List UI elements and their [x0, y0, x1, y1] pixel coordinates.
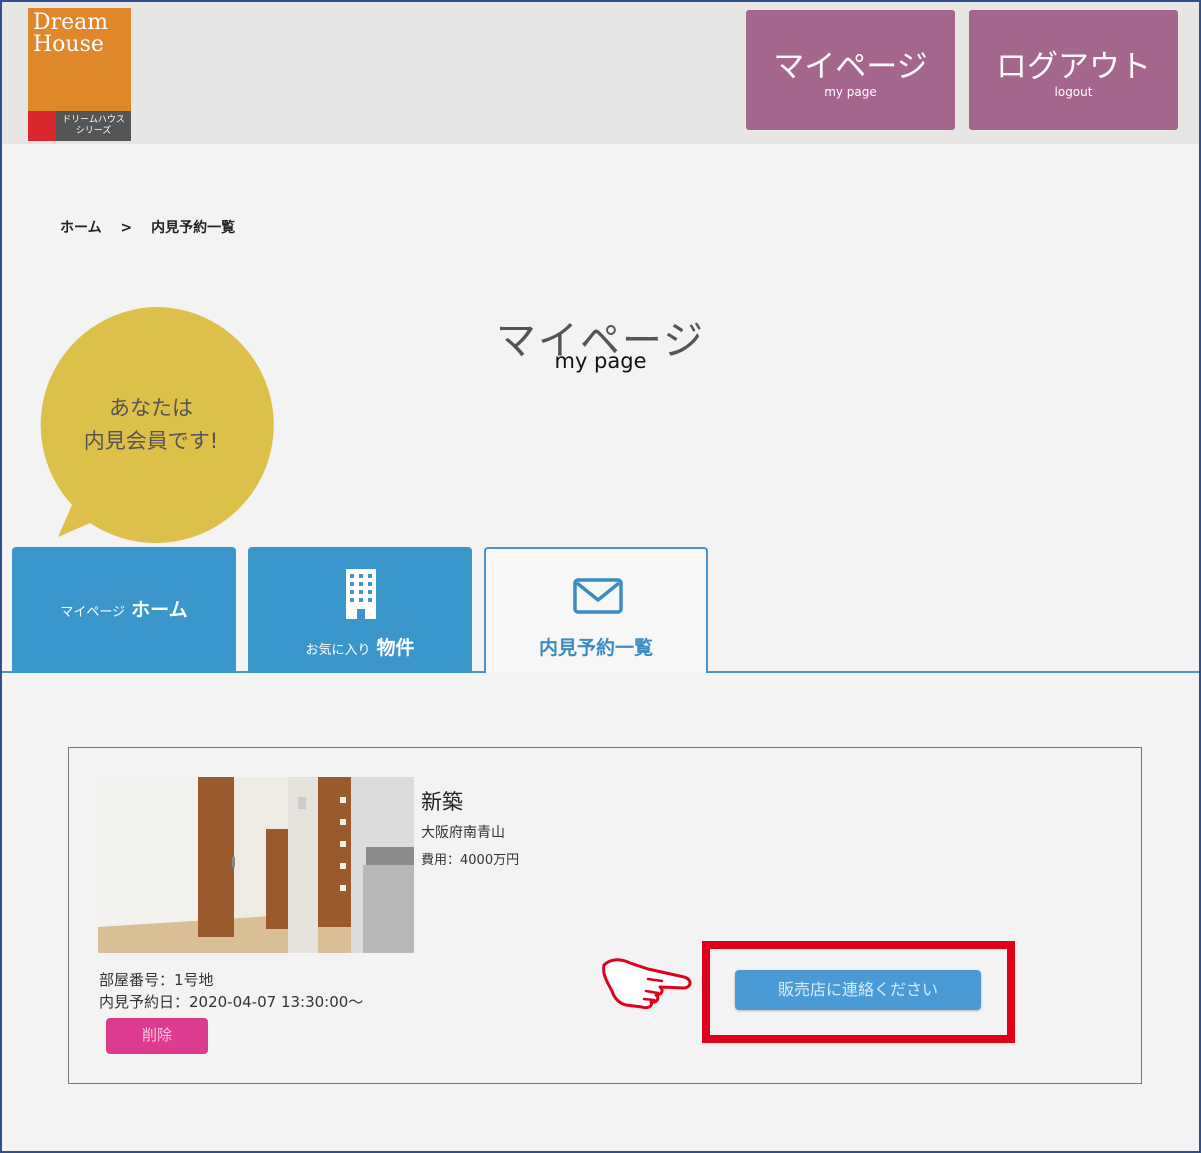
property-address: 大阪府南青山 [421, 825, 505, 841]
tab-favorites-label: 物件 [376, 637, 415, 659]
mypage-button-label: マイページ [773, 49, 928, 85]
property-photo[interactable] [98, 777, 414, 953]
logout-button-label: ログアウト [996, 49, 1151, 85]
delete-button[interactable]: 削除 [106, 1018, 208, 1054]
tab-mypage-home-small: マイページ [60, 605, 126, 620]
pointing-hand-icon [602, 958, 692, 1010]
building-icon [346, 569, 376, 619]
mypage-button-sublabel: my page [824, 85, 877, 99]
member-badge-line1: あなたは [109, 396, 193, 420]
logo-text-line2: House [33, 32, 104, 57]
logo-text-line1: Dream [33, 10, 109, 35]
tab-mypage-home-label: ホーム [131, 599, 188, 621]
room-number: 部屋番号：1号地 [99, 971, 214, 989]
property-title[interactable]: 新築 [421, 786, 463, 816]
logo-series-block: ドリームハウス シリーズ [56, 111, 131, 141]
contact-dealer-button[interactable]: 販売店に連絡ください [735, 970, 981, 1010]
tab-favorites-small: お気に入り [305, 643, 371, 658]
tab-favorites[interactable]: お気に入り 物件 [248, 547, 472, 673]
member-badge-text: あなたは 内見会員です! [36, 392, 266, 458]
visit-date: 内見予約日：2020-04-07 13:30:00〜 [99, 993, 364, 1011]
breadcrumb-current: 内見予約一覧 [151, 220, 236, 236]
logo-series-line1: ドリームハウス [62, 115, 125, 125]
tab-viewing-reservations[interactable]: 内見予約一覧 [484, 547, 708, 673]
logo-series-line2: シリーズ [75, 126, 112, 136]
logout-button[interactable]: ログアウト logout [969, 10, 1178, 130]
mail-icon [573, 578, 623, 614]
mypage-button[interactable]: マイページ my page [746, 10, 955, 130]
tab-mypage-home[interactable]: マイページ ホーム [12, 547, 236, 673]
tab-viewing-reservations-label: 内見予約一覧 [538, 637, 653, 659]
member-badge-line2: 内見会員です! [83, 429, 219, 453]
property-cost: 費用：4000万円 [421, 853, 520, 868]
breadcrumb-separator: > [120, 220, 133, 236]
breadcrumb: ホーム > 内見予約一覧 [60, 217, 249, 237]
logout-button-sublabel: logout [1054, 85, 1093, 99]
dream-house-logo[interactable]: Dream House ドリームハウス シリーズ [28, 8, 131, 141]
logo-red-block [28, 111, 56, 141]
breadcrumb-home-link[interactable]: ホーム [60, 220, 102, 236]
